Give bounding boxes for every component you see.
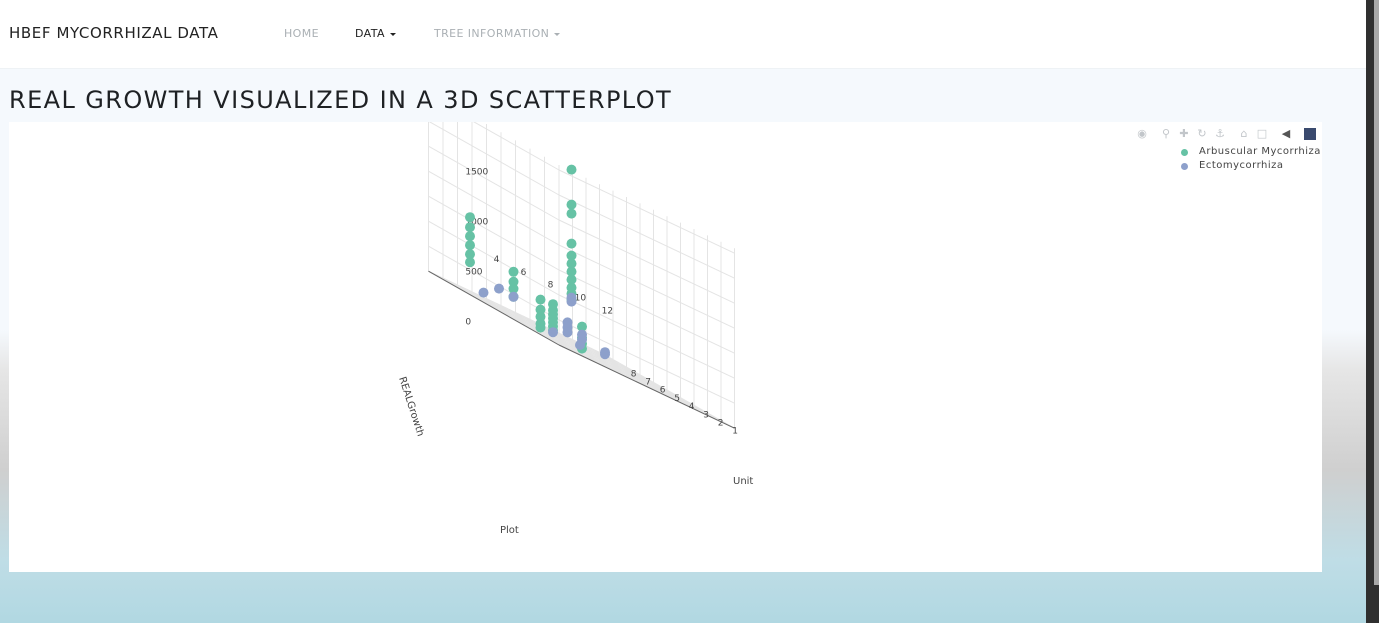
tick-label-z: 500 bbox=[465, 268, 482, 278]
tick-label-x: 6 bbox=[660, 386, 666, 396]
scrollbar-thumb[interactable] bbox=[1374, 0, 1379, 585]
data-point-ectomycorrhiza[interactable] bbox=[478, 287, 489, 298]
tick-label-x: 8 bbox=[631, 369, 637, 379]
axis-title-x: Plot bbox=[500, 525, 519, 536]
data-point-arbuscular[interactable] bbox=[566, 208, 577, 219]
nav-item-home-label: HOME bbox=[284, 27, 319, 40]
floor-gridline-y bbox=[603, 353, 735, 429]
wall-gridline bbox=[428, 145, 560, 221]
floor-gridline-y bbox=[482, 296, 614, 372]
data-point-ectomycorrhiza[interactable] bbox=[494, 283, 504, 294]
data-point-arbuscular[interactable] bbox=[508, 266, 519, 277]
tick-layer: 1234567824681012050010001500 bbox=[465, 168, 738, 437]
scrollbar[interactable] bbox=[1366, 0, 1379, 623]
plot-panel: ◉ ⚲ ✚ ↻ ⚓ ⌂ □ ◀ Arbuscular Mycorrhiza Ec… bbox=[9, 122, 1322, 572]
tick-label-x: 2 bbox=[718, 418, 724, 428]
data-point-ectomycorrhiza[interactable] bbox=[562, 327, 573, 338]
floor-gridline-y bbox=[590, 347, 722, 423]
data-point-arbuscular[interactable] bbox=[566, 199, 577, 210]
axis-title-z: REALGrowth bbox=[396, 376, 426, 438]
wall-gridline bbox=[558, 169, 735, 254]
wall-gridline bbox=[473, 122, 560, 171]
tick-label-y: 12 bbox=[602, 306, 613, 316]
data-point-arbuscular[interactable] bbox=[465, 231, 475, 242]
navbar: HBEF MYCORRHIZAL DATA HOME DATA TREE INF… bbox=[0, 0, 1366, 69]
tick-label-y: 4 bbox=[494, 255, 500, 265]
data-point-arbuscular[interactable] bbox=[465, 257, 475, 268]
tick-label-x: 1 bbox=[732, 427, 738, 437]
nav-item-tree-information-label: TREE INFORMATION bbox=[434, 27, 550, 40]
tick-label-z: 1500 bbox=[465, 168, 488, 178]
tick-label-x: 3 bbox=[703, 410, 709, 420]
axis-title-y: Unit bbox=[733, 476, 753, 487]
data-point-arbuscular[interactable] bbox=[465, 240, 475, 251]
data-point-arbuscular[interactable] bbox=[535, 322, 546, 333]
wall-gridline bbox=[428, 170, 560, 246]
data-point-arbuscular[interactable] bbox=[566, 238, 577, 249]
wall-gridline bbox=[558, 244, 735, 329]
data-point-ectomycorrhiza[interactable] bbox=[566, 296, 577, 307]
data-point-arbuscular[interactable] bbox=[535, 294, 546, 305]
tick-label-x: 4 bbox=[689, 402, 695, 412]
caret-down-icon bbox=[554, 32, 561, 36]
tick-label-z: 0 bbox=[465, 318, 471, 328]
data-point-ectomycorrhiza[interactable] bbox=[575, 340, 585, 350]
nav-item-data[interactable]: DATA bbox=[355, 27, 396, 40]
nav-item-home[interactable]: HOME bbox=[284, 27, 319, 40]
wall-gridline bbox=[558, 194, 735, 279]
nav-item-tree-information[interactable]: TREE INFORMATION bbox=[434, 27, 561, 40]
data-point-ectomycorrhiza[interactable] bbox=[508, 291, 519, 302]
brand-title[interactable]: HBEF MYCORRHIZAL DATA bbox=[9, 24, 218, 42]
nav-item-data-label: DATA bbox=[355, 27, 385, 40]
floor-gridline-y bbox=[509, 309, 641, 384]
data-point-ectomycorrhiza[interactable] bbox=[600, 349, 610, 360]
wall-gridline bbox=[558, 219, 735, 304]
tick-label-x: 7 bbox=[645, 377, 651, 387]
data-point-arbuscular[interactable] bbox=[566, 164, 577, 175]
page-title: REAL GROWTH VISUALIZED IN A 3D SCATTERPL… bbox=[9, 86, 673, 114]
tick-label-y: 6 bbox=[521, 268, 527, 278]
data-point-arbuscular[interactable] bbox=[465, 212, 475, 223]
data-point-ectomycorrhiza[interactable] bbox=[548, 327, 558, 338]
scatter3d-scene[interactable]: 1234567824681012050010001500 REALGrowth … bbox=[9, 122, 1322, 572]
data-point-arbuscular[interactable] bbox=[465, 222, 475, 233]
caret-down-icon bbox=[389, 32, 396, 36]
tick-label-x: 5 bbox=[674, 394, 680, 404]
tick-label-y: 8 bbox=[548, 281, 554, 291]
